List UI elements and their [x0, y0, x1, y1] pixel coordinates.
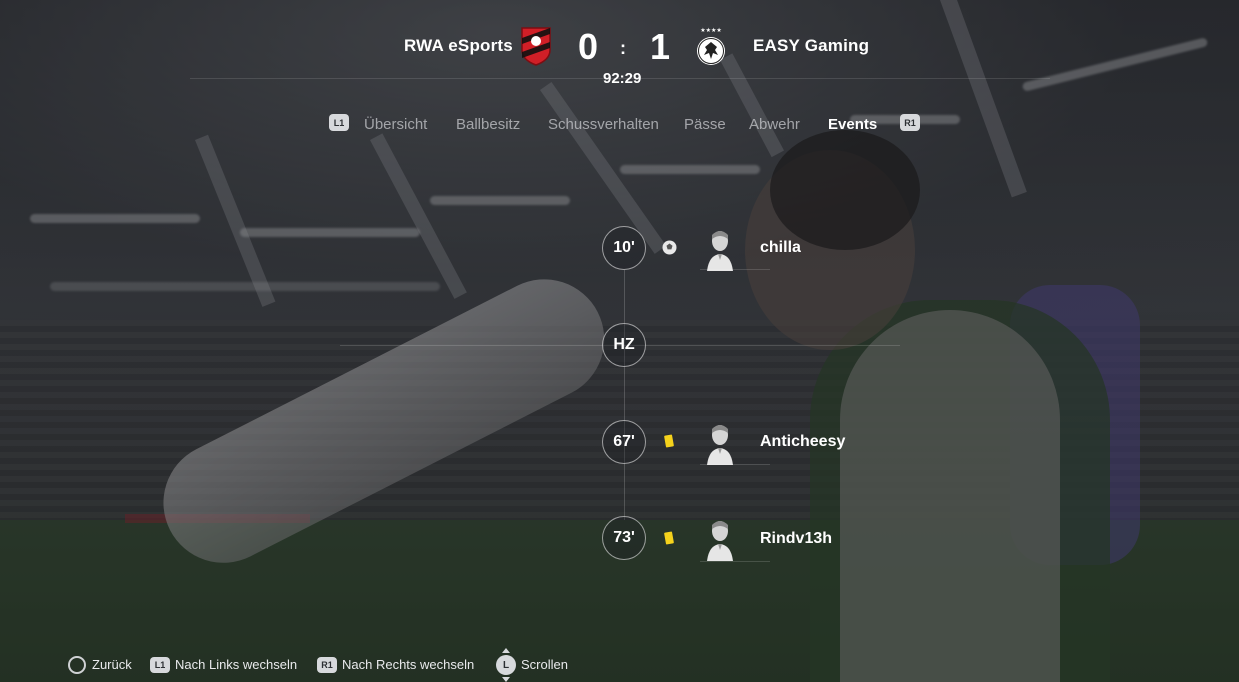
home-score: 0	[578, 26, 599, 67]
event-player-name: Anticheesy	[760, 433, 846, 450]
r1-button-icon: R1	[317, 657, 337, 673]
r1-button-hint[interactable]: R1	[900, 114, 920, 131]
svg-text:★★★★: ★★★★	[700, 27, 722, 34]
switch-left-hint[interactable]: Nach Links wechseln	[175, 657, 297, 672]
yellow-card-icon	[664, 531, 674, 545]
match-clock: 92:29	[603, 70, 642, 87]
tab-schussverhalten[interactable]: Schussverhalten	[548, 116, 659, 133]
event-player-name: chilla	[760, 239, 801, 256]
event-minute: 67'	[602, 420, 646, 464]
event-minute: 10'	[602, 226, 646, 270]
away-score: 1	[650, 26, 671, 67]
away-team-name: EASY Gaming	[753, 36, 870, 55]
tab-uebersicht[interactable]: Übersicht	[364, 116, 427, 133]
player-avatar-icon	[707, 231, 733, 271]
player-avatar-icon	[707, 521, 733, 561]
halftime-marker: HZ	[602, 323, 646, 367]
tab-ballbesitz[interactable]: Ballbesitz	[456, 116, 520, 133]
back-hint[interactable]: Zurück	[92, 657, 132, 672]
goal-icon	[662, 240, 677, 255]
timeline-axis	[624, 270, 625, 520]
tab-abwehr[interactable]: Abwehr	[749, 116, 800, 133]
circle-button-icon	[68, 656, 86, 674]
l1-button-icon: L1	[150, 657, 170, 673]
away-team-crest-icon: ★★★★	[697, 27, 725, 65]
event-player-name: Rindv13h	[760, 530, 833, 547]
tab-paesse[interactable]: Pässe	[684, 116, 726, 133]
event-row-divider	[700, 561, 770, 562]
event-minute: 73'	[602, 516, 646, 560]
scroll-down-arrow-icon	[502, 677, 510, 682]
tab-events[interactable]: Events	[828, 116, 877, 133]
l1-button-hint[interactable]: L1	[329, 114, 349, 131]
score-separator: :	[620, 38, 626, 58]
player-avatar-icon	[707, 425, 733, 465]
home-team-name: RWA eSports	[404, 36, 513, 55]
scroll-hint[interactable]: Scrollen	[521, 657, 568, 672]
home-team-crest-icon	[521, 27, 551, 66]
event-row-divider	[700, 269, 770, 270]
event-row-divider	[700, 464, 770, 465]
scroll-up-arrow-icon	[502, 648, 510, 653]
switch-right-hint[interactable]: Nach Rechts wechseln	[342, 657, 474, 672]
yellow-card-icon	[664, 434, 674, 448]
left-stick-icon: L	[496, 655, 516, 675]
